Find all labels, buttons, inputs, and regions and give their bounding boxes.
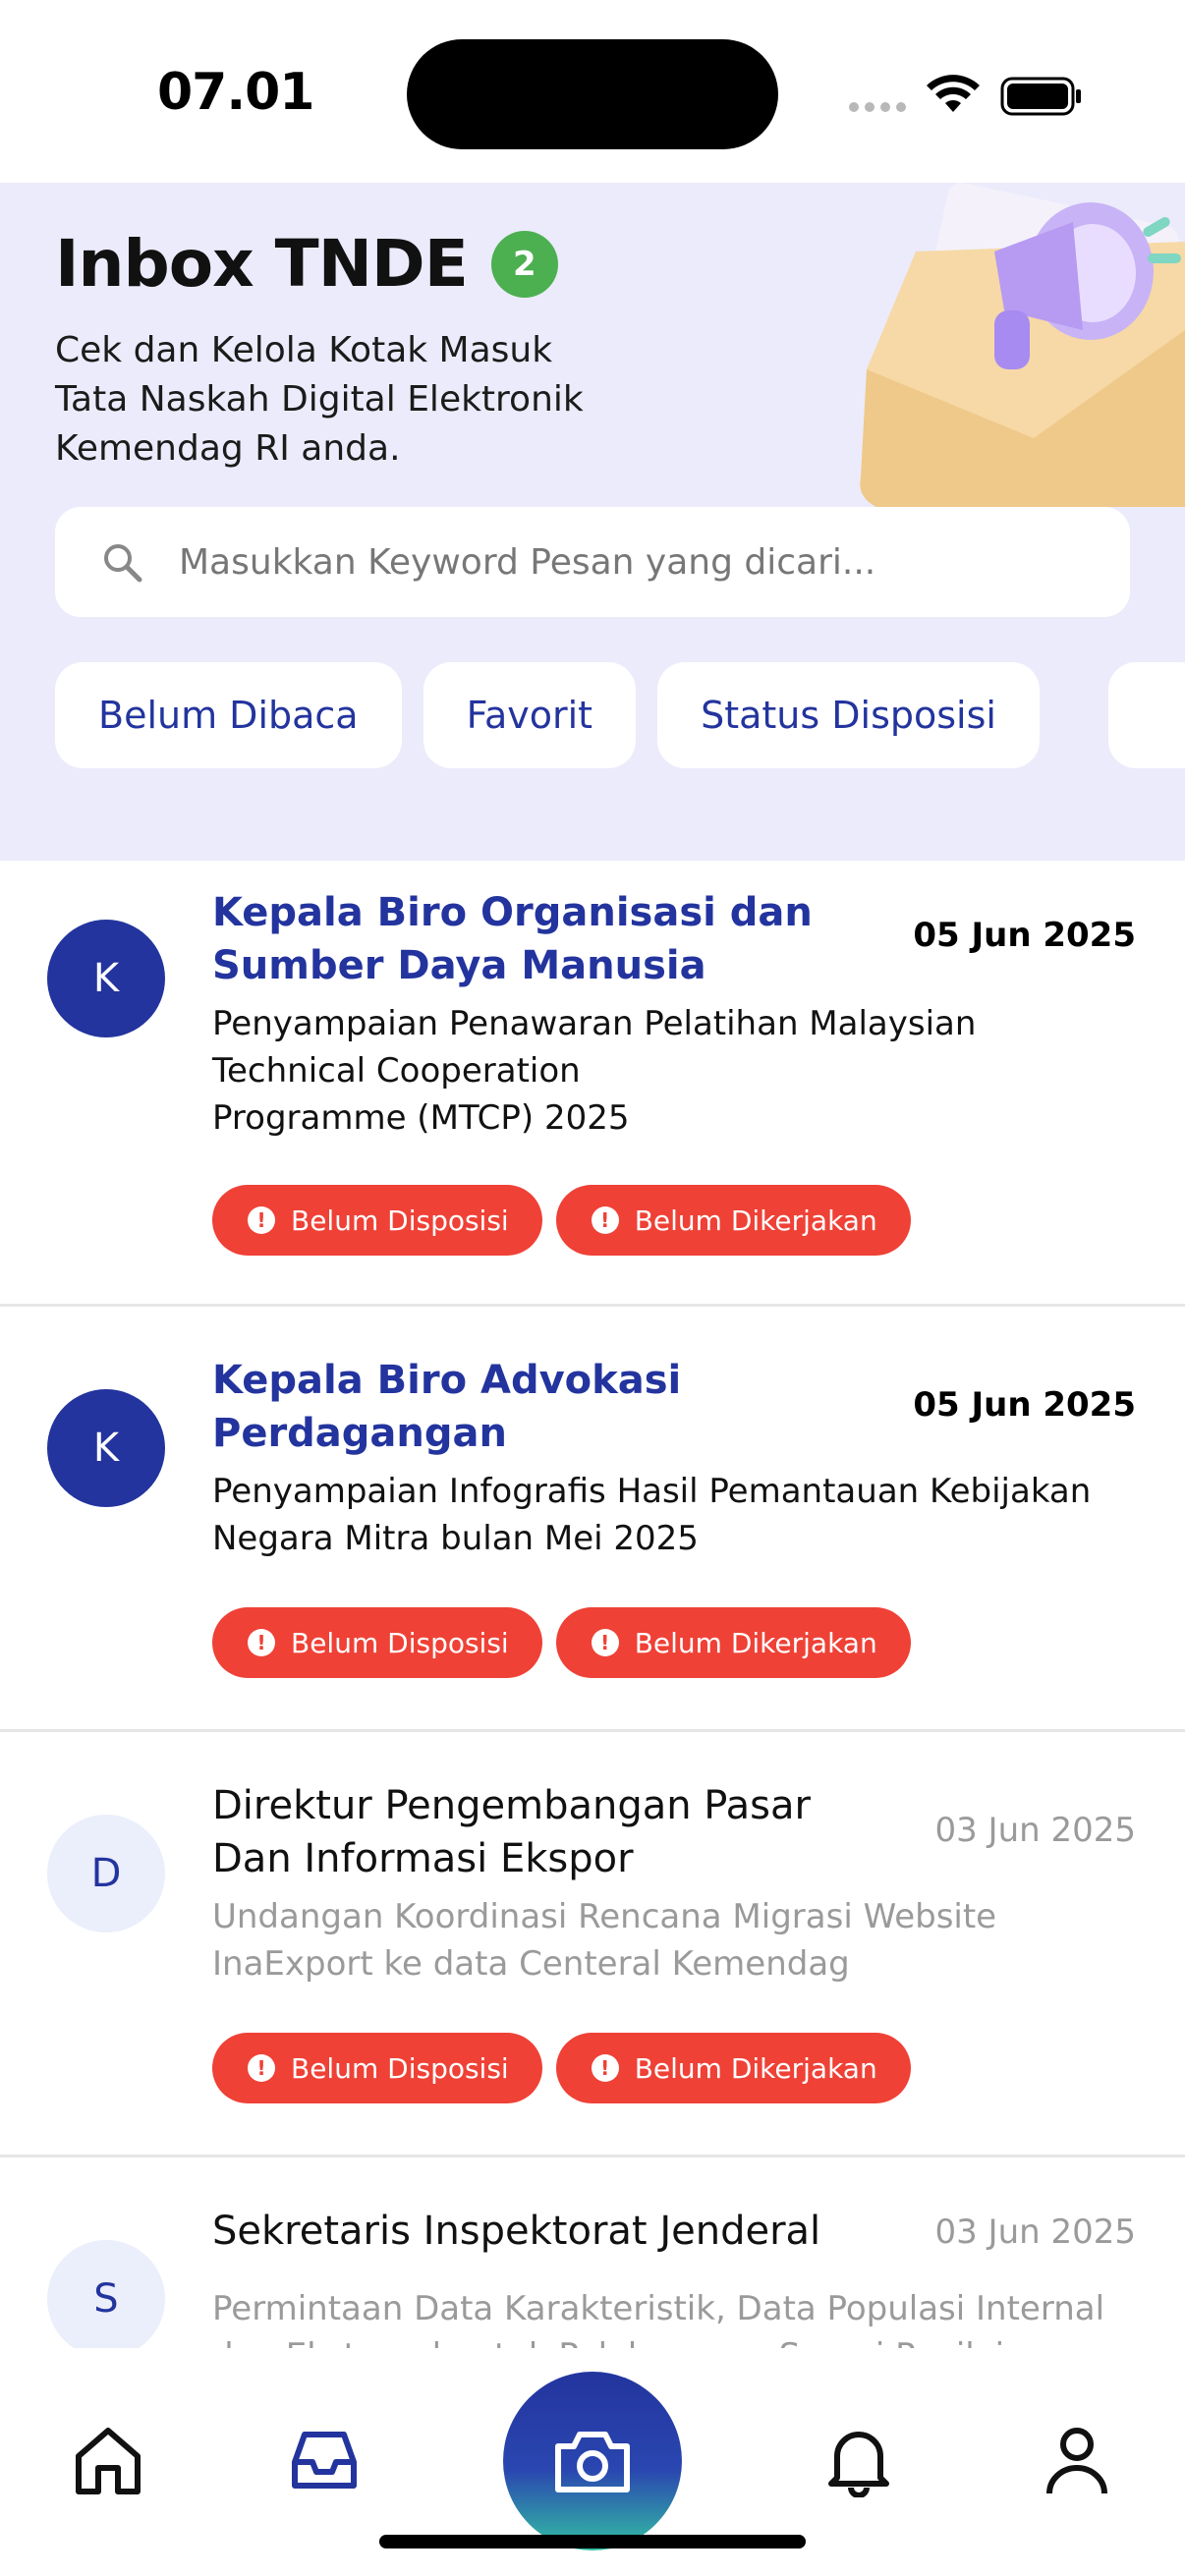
status-bar: 07.01 [0,0,1185,183]
message-date: 03 Jun 2025 [934,2212,1136,2252]
search-icon [104,544,142,583]
nav-home[interactable] [69,2421,147,2499]
status-badge: ! Belum Disposisi [212,1607,542,1678]
profile-icon [1046,2428,1107,2494]
message-sender: Direktur Pengembangan Pasar Dan Informas… [212,1783,811,1881]
status-time: 07.01 [157,63,314,122]
filter-chip-unread[interactable]: Belum Dibaca [55,662,402,768]
camera-icon [555,2432,630,2492]
message-date: 05 Jun 2025 [913,1385,1136,1425]
avatar: K [47,1389,165,1507]
status-badge: ! Belum Dikerjakan [555,1185,911,1256]
alert-icon: ! [591,1629,619,1656]
page-title: Inbox TNDE [55,226,469,302]
message-subject: Penyampaian Infografis Hasil Pemantauan … [212,1472,1092,1558]
battery-icon [1000,77,1081,116]
message-sender: Kepala Biro Organisasi dan Sumber Daya M… [212,890,813,988]
status-tags: ! Belum Disposisi ! Belum Dikerjakan [212,2033,911,2103]
alert-icon: ! [591,1206,619,1234]
search-input[interactable] [179,541,1063,583]
filter-chip-favorite[interactable]: Favorit [423,662,637,768]
message-list: K Kepala Biro Organisasi dan Sumber Daya… [0,861,1185,2348]
message-date: 05 Jun 2025 [913,916,1136,955]
list-item[interactable]: K Kepala Biro Organisasi dan Sumber Daya… [0,861,1185,1307]
message-subject: Undangan Koordinasi Rencana Migrasi Webs… [212,1897,997,1984]
list-item[interactable]: D Direktur Pengembangan Pasar Dan Inform… [0,1732,1185,2157]
alert-icon: ! [248,1629,275,1656]
status-badge: ! Belum Disposisi [212,2033,542,2103]
message-sender: Sekretaris Inspektorat Jenderal [212,2209,821,2254]
wifi-icon [927,75,980,112]
status-badge: ! Belum Dikerjakan [555,2033,911,2103]
avatar: D [47,1815,165,1932]
filter-chips: Belum Dibaca Favorit Status Disposisi [55,662,1040,768]
page-subtitle: Cek dan Kelola Kotak Masuk Tata Naskah D… [55,330,584,469]
status-badge: ! Belum Disposisi [212,1185,542,1256]
bell-icon [828,2432,889,2497]
alert-icon: ! [248,2054,275,2082]
inbox-icon [292,2432,357,2489]
megaphone-envelope-illustration [860,183,1185,507]
cellular-signal-icon [849,102,906,112]
nav-inbox[interactable] [285,2421,364,2499]
inbox-header: Inbox TNDE 2 Cek dan Kelola Kotak Masuk … [0,183,1185,861]
status-tags: ! Belum Disposisi ! Belum Dikerjakan [212,1185,911,1256]
camera-button[interactable] [503,2372,682,2550]
message-subject: Permintaan Data Karakteristik, Data Popu… [212,2289,1105,2348]
status-tags: ! Belum Disposisi ! Belum Dikerjakan [212,1607,911,1678]
message-sender: Kepala Biro Advokasi Perdagangan [212,1358,682,1456]
status-badge: ! Belum Dikerjakan [555,1607,911,1678]
search-bar[interactable] [55,507,1130,617]
unread-count-badge: 2 [490,230,558,298]
nav-notifications[interactable] [819,2421,898,2499]
nav-profile[interactable] [1038,2421,1116,2499]
dynamic-island [407,39,778,149]
avatar: K [47,920,165,1037]
list-item[interactable]: K Kepala Biro Advokasi Perdagangan 05 Ju… [0,1307,1185,1732]
message-date: 03 Jun 2025 [934,1811,1136,1850]
filter-chip-more[interactable] [1108,662,1185,768]
avatar: S [47,2240,165,2348]
home-indicator [379,2535,806,2548]
alert-icon: ! [248,1206,275,1234]
message-subject: Penyampaian Penawaran Pelatihan Malaysia… [212,1004,977,1138]
home-icon [76,2428,141,2494]
list-item[interactable]: S Sekretaris Inspektorat Jenderal 03 Jun… [0,2157,1185,2348]
alert-icon: ! [591,2054,619,2082]
filter-chip-disposition-status[interactable]: Status Disposisi [657,662,1040,768]
